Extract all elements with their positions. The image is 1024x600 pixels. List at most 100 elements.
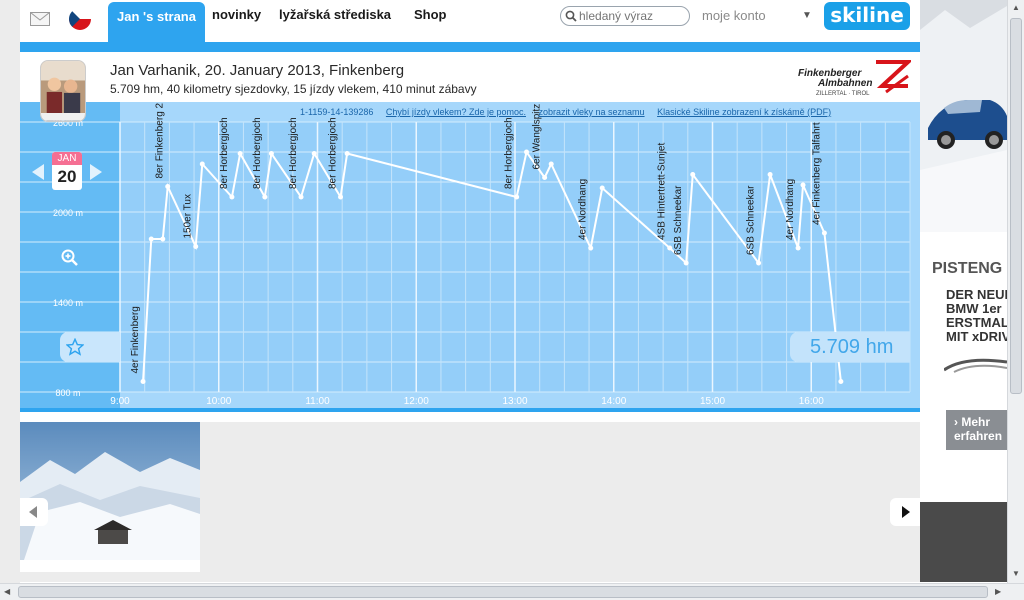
chevron-right-icon	[902, 506, 910, 518]
x-tick-label: 9:00	[110, 396, 130, 407]
x-tick-label: 10:00	[206, 396, 231, 407]
x-tick-label: 12:00	[404, 396, 429, 407]
ad-car-image[interactable]	[920, 0, 1007, 232]
data-point	[237, 151, 243, 156]
scroll-right-icon[interactable]: ▶	[995, 587, 1001, 596]
mail-icon[interactable]	[30, 12, 50, 26]
lift-label: 4er Finkenberg	[130, 306, 141, 373]
x-tick-label: 16:00	[799, 396, 824, 407]
data-point	[514, 194, 520, 200]
data-point	[338, 194, 344, 200]
data-point	[690, 172, 696, 177]
data-point	[767, 172, 773, 177]
data-point	[165, 184, 171, 189]
data-point	[193, 244, 199, 249]
lift-label: 8er Horbergjoch	[219, 117, 230, 189]
lift-label: 4er Finkenberg Talfahrt	[811, 122, 822, 225]
date-month: JAN	[52, 152, 82, 165]
scroll-left-icon[interactable]: ◀	[4, 587, 10, 596]
data-point	[311, 151, 317, 156]
resort-logo-line2: Almbahnen	[817, 78, 872, 89]
data-point	[298, 194, 304, 200]
advertisement[interactable]: PISTENG DER NEUE BMW 1er ERSTMALS MIT xD…	[920, 0, 1007, 502]
resort-logo-line3: ZILLERTAL · TIROL	[816, 91, 870, 97]
lift-label: 8er Horbergjoch	[504, 117, 515, 189]
total-elevation: 5.709 hm	[810, 336, 894, 358]
resort-logo[interactable]: Finkenberger Almbahnen ZILLERTAL · TIROL	[796, 56, 911, 98]
favorite-button[interactable]	[60, 332, 120, 362]
data-point	[148, 236, 154, 242]
lift-label: 150er Tux	[183, 194, 194, 238]
data-point	[160, 236, 166, 242]
x-tick-label: 11:00	[305, 396, 330, 407]
pdf-link[interactable]: Klasické Skiline zobrazení k získámě (PD…	[657, 107, 831, 117]
czech-flag-icon[interactable]	[69, 8, 91, 30]
side-dark-panel	[920, 502, 1007, 582]
lift-label: 8er Horbergjoch	[252, 117, 263, 189]
y-tick-label: 2000 m	[53, 208, 83, 218]
scroll-up-icon[interactable]: ▲	[1012, 3, 1020, 12]
avatar[interactable]	[40, 60, 86, 122]
data-point	[588, 245, 594, 251]
chevron-left-icon	[29, 506, 37, 518]
scroll-down-icon[interactable]: ▼	[1012, 569, 1020, 578]
lift-label: 6SB Schneekar	[673, 185, 684, 255]
previous-day-icon[interactable]	[32, 164, 44, 180]
search-box[interactable]	[560, 6, 690, 26]
data-point	[599, 185, 605, 191]
lift-label: 4er Nordhang	[578, 179, 589, 240]
data-point	[229, 194, 235, 200]
data-point	[268, 151, 274, 156]
skiline-logo[interactable]: skiline	[824, 2, 910, 30]
vertical-scroll-thumb[interactable]	[1010, 18, 1022, 394]
profile-title: Jan Varhanik, 20. January 2013, Finkenbe…	[110, 62, 405, 79]
nav-strip	[20, 42, 920, 52]
my-account-link[interactable]: moje konto	[702, 8, 766, 23]
tab-my-page[interactable]: Jan 's strana	[108, 2, 205, 42]
missing-rides-link[interactable]: Chybí jízdy vlekem? Zde je pomoc.	[386, 107, 526, 117]
show-lifts-list-link[interactable]: zobrazit vleky na seznamu	[539, 107, 645, 117]
elevation-chart: 9:00 10:00 11:00 12:00 13:00 14:00 15:00 16:00 2…	[20, 102, 911, 408]
zoom-in-icon[interactable]	[60, 248, 80, 268]
ad-line-4: MIT xDRIV	[946, 329, 1007, 344]
account-dropdown-icon[interactable]: ▼	[802, 10, 812, 21]
search-icon	[565, 10, 577, 22]
y-tick-label: 1400 m	[53, 298, 83, 308]
date-day: 20	[57, 167, 77, 186]
data-point	[524, 149, 530, 155]
gallery-next-button[interactable]	[890, 498, 920, 526]
ad-line-3: ERSTMALS	[946, 315, 1007, 330]
tab-news[interactable]: novinky	[212, 7, 261, 22]
x-tick-label: 14:00	[601, 396, 626, 407]
data-point	[344, 151, 350, 156]
tab-shop[interactable]: Shop	[414, 7, 447, 22]
next-day-icon[interactable]	[90, 164, 102, 180]
x-tick-label: 15:00	[700, 396, 725, 407]
photo-gallery	[20, 422, 920, 582]
date-badge: JAN 20	[52, 152, 82, 190]
search-input[interactable]	[579, 9, 685, 23]
vertical-scrollbar[interactable]: ▲ ▼	[1007, 0, 1024, 583]
gallery-photo[interactable]	[20, 422, 200, 572]
y-tick-label: 800 m	[55, 388, 80, 398]
lift-label: 8er Horbergjoch	[328, 117, 339, 189]
ad-line-2: BMW 1er	[946, 301, 1002, 316]
tab-ski-resorts[interactable]: lyžařská střediska	[279, 7, 391, 22]
data-point	[542, 175, 548, 180]
ad-line-1: DER NEUE	[946, 287, 1007, 302]
data-point	[199, 161, 205, 167]
data-point	[667, 245, 673, 251]
chart-panel: 9:00 10:00 11:00 12:00 13:00 14:00 15:00 16:00 2…	[20, 102, 920, 412]
ad-more-button[interactable]: › Mehr erfahren	[946, 410, 1007, 450]
data-point	[800, 182, 806, 188]
gallery-prev-button[interactable]	[20, 498, 48, 526]
profile-stats: 5.709 hm, 40 kilometry sjezdovky, 15 jíz…	[110, 82, 477, 96]
profile-header: Jan Varhanik, 20. January 2013, Finkenbe…	[20, 52, 920, 122]
horizontal-scroll-thumb[interactable]	[18, 586, 988, 598]
lift-label: 6SB Schneekar	[746, 185, 757, 255]
data-point	[262, 194, 268, 200]
chart-bottom-strip	[20, 408, 920, 412]
chart-links: 1-1159-14-139286 Chybí jízdy vlekem? Zde…	[300, 107, 841, 117]
lift-label: 8er Horbergjoch	[288, 117, 299, 189]
horizontal-scrollbar[interactable]: ◀ ▶	[0, 583, 1024, 600]
